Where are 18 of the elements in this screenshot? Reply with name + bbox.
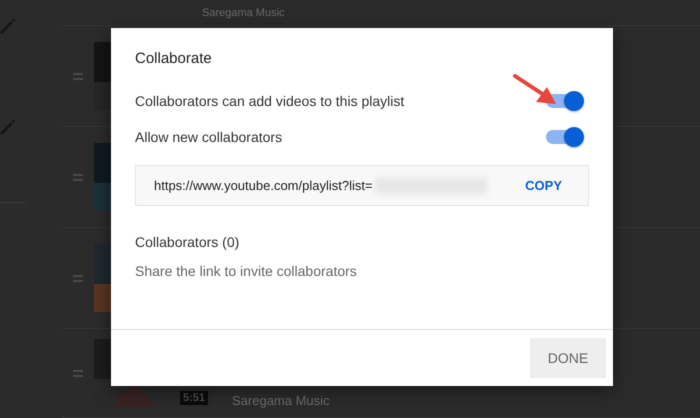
hint-text: Share the link to invite collaborators bbox=[135, 263, 358, 279]
drag-handle-icon[interactable] bbox=[73, 72, 83, 80]
collaborators-heading: Collaborators (0) bbox=[135, 234, 240, 250]
toggle-label: Collaborators can add videos to this playlist bbox=[135, 93, 404, 109]
channel-name: Saregama Music bbox=[232, 393, 330, 408]
arrow-drawing bbox=[512, 73, 558, 107]
drag-handle-icon[interactable] bbox=[73, 370, 83, 376]
playlist-url: https://www.youtube.com/playlist?list= bbox=[154, 178, 373, 193]
link-field[interactable]: https://www.youtube.com/playlist?list= COPY bbox=[135, 165, 589, 206]
dialog-title: Collaborate bbox=[135, 50, 213, 67]
done-button[interactable]: DONE bbox=[530, 338, 606, 378]
channel-name: Saregama Music bbox=[202, 6, 285, 18]
drag-handle-icon[interactable] bbox=[73, 274, 83, 282]
toggle-label: Allow new collaborators bbox=[135, 129, 282, 145]
copy-button[interactable]: COPY bbox=[517, 174, 570, 197]
duration-badge: 5:51 bbox=[180, 391, 208, 405]
drag-handle-icon[interactable] bbox=[73, 174, 83, 180]
toggle-switch[interactable] bbox=[546, 130, 582, 144]
